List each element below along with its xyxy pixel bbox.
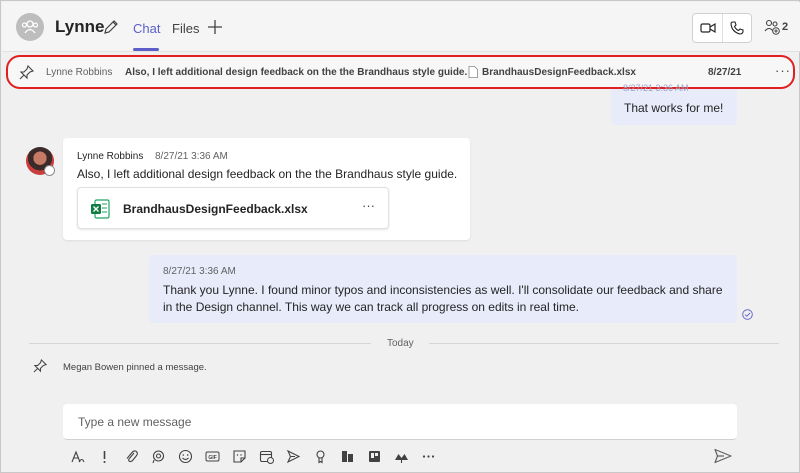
participants-count: 2 [782, 21, 789, 33]
gif-icon[interactable]: GIF [203, 447, 221, 465]
attach-icon[interactable] [122, 447, 140, 465]
important-icon[interactable] [95, 447, 113, 465]
chat-header: Lynne Chat Files 2 [2, 2, 800, 52]
add-tab-icon[interactable] [207, 19, 223, 35]
pinned-more-options-icon[interactable]: ··· [775, 63, 791, 78]
pin-icon [33, 359, 47, 373]
audio-call-button[interactable] [722, 14, 751, 42]
seen-check-icon [742, 309, 753, 320]
sticker-icon[interactable] [230, 447, 248, 465]
praise-icon[interactable] [311, 447, 329, 465]
pin-icon [19, 65, 34, 80]
pinned-sender: Lynne Robbins [46, 67, 113, 78]
compose-box[interactable] [63, 404, 737, 440]
tab-active-indicator [133, 48, 159, 51]
svg-text:GIF: GIF [208, 455, 216, 461]
format-icon[interactable] [68, 447, 86, 465]
divider-line [29, 343, 371, 344]
tab-files[interactable]: Files [172, 21, 199, 36]
loop-icon[interactable] [149, 447, 167, 465]
sent-message[interactable]: 8/27/21 3:36 AM That works for me! [611, 83, 737, 125]
message-timestamp: 8/27/21 3:36 AM [163, 266, 236, 277]
message-timestamp: 8/27/21 3:36 AM [623, 83, 689, 93]
message-text: That works for me! [624, 101, 724, 115]
presence-offline-icon [44, 165, 55, 176]
video-call-button[interactable] [693, 14, 722, 42]
approvals-icon[interactable] [338, 447, 356, 465]
stream-icon[interactable] [284, 447, 302, 465]
call-buttons [692, 13, 752, 43]
divider-line [429, 343, 779, 344]
updates-icon[interactable] [365, 447, 383, 465]
system-message: Megan Bowen pinned a message. [63, 362, 207, 373]
tab-chat[interactable]: Chat [133, 21, 160, 36]
pinned-date: 8/27/21 [708, 67, 742, 78]
video-camera-icon [699, 22, 716, 34]
message-timestamp: 8/27/21 3:36 AM [155, 151, 228, 162]
phone-icon [730, 21, 744, 35]
file-attachment[interactable]: BrandhausDesignFeedback.xlsx ··· [77, 187, 389, 229]
attachment-file-name: BrandhausDesignFeedback.xlsx [123, 202, 308, 216]
received-message[interactable]: Lynne Robbins 8/27/21 3:36 AM Also, I le… [63, 138, 470, 240]
send-icon[interactable] [714, 448, 732, 464]
more-apps-icon[interactable] [392, 447, 410, 465]
group-avatar-icon[interactable] [16, 13, 44, 41]
date-divider-label: Today [387, 338, 414, 349]
participants-button[interactable]: 2 [764, 19, 788, 35]
message-input[interactable] [63, 404, 737, 439]
pinned-text: Also, I left additional design feedback … [125, 67, 468, 78]
message-sender: Lynne Robbins [77, 151, 144, 162]
file-icon [468, 66, 478, 78]
attachment-more-options-icon[interactable]: ··· [362, 198, 375, 213]
people-add-icon [764, 19, 780, 35]
message-text: Also, I left additional design feedback … [77, 167, 458, 181]
schedule-meeting-icon[interactable] [257, 447, 275, 465]
edit-name-icon[interactable] [102, 19, 119, 36]
compose-toolbar: GIF [68, 447, 446, 465]
emoji-icon[interactable] [176, 447, 194, 465]
chat-window: Lynne Chat Files 2 Lynne Robbins Also, I… [0, 0, 800, 473]
more-options-icon[interactable] [419, 447, 437, 465]
message-text: Thank you Lynne. I found minor typos and… [163, 283, 723, 314]
chat-title: Lynne [55, 17, 105, 36]
sent-message[interactable]: 8/27/21 3:36 AM Thank you Lynne. I found… [149, 255, 737, 323]
excel-icon [91, 199, 110, 219]
pinned-file-name: BrandhausDesignFeedback.xlsx [482, 67, 636, 78]
